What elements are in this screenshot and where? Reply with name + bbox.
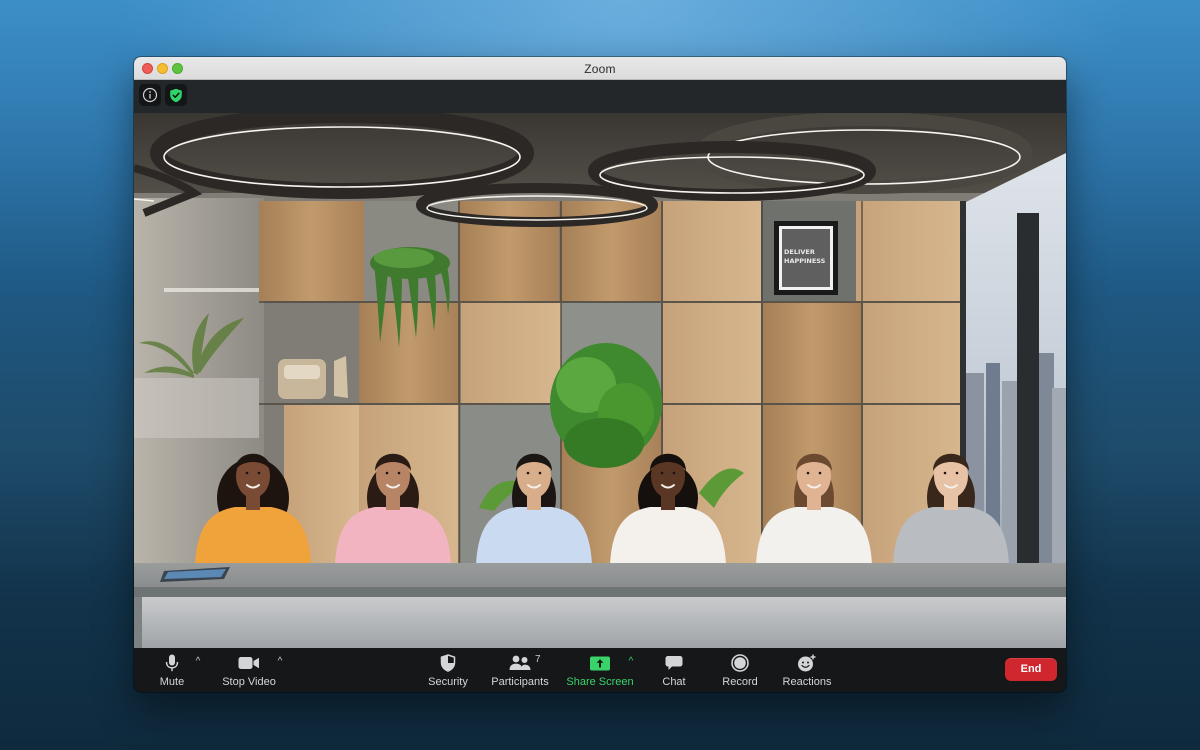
share-options-caret[interactable]: ^: [626, 657, 636, 667]
meeting-toolbar: Mute ^ Stop Video ^ Security 7 Participa…: [134, 648, 1066, 692]
shield-check-icon: [170, 88, 182, 102]
title-bar: Zoom: [134, 57, 1066, 80]
deliver-happiness-poster: DELIVER HAPPINESS: [774, 221, 838, 295]
chat-button[interactable]: Chat: [660, 653, 688, 689]
zoom-window: Zoom DELIVER HAPPINESS Mute ^ Stop Video…: [134, 57, 1066, 692]
poster-line-2: HAPPINESS: [784, 257, 826, 265]
poster-line-1: DELIVER: [784, 248, 815, 256]
participants-label: Participants: [491, 676, 549, 688]
participants-icon: [509, 655, 531, 670]
participants-button[interactable]: 7 Participants: [491, 653, 549, 689]
security-button[interactable]: Security: [426, 653, 470, 689]
immersive-view-stage: DELIVER HAPPINESS: [134, 113, 1066, 648]
record-button[interactable]: Record: [720, 653, 760, 689]
chat-bubble-icon: [665, 656, 683, 670]
chat-label: Chat: [662, 676, 686, 688]
virtual-desk: [134, 563, 1066, 648]
mute-label: Mute: [159, 676, 185, 688]
stop-video-label: Stop Video: [222, 676, 276, 688]
meeting-info-button[interactable]: [139, 84, 161, 106]
reactions-button[interactable]: Reactions: [783, 653, 831, 689]
video-options-caret[interactable]: ^: [275, 657, 285, 667]
glass-partition: [134, 378, 259, 438]
immersive-scene: DELIVER HAPPINESS: [134, 113, 1066, 648]
reactions-label: Reactions: [782, 676, 832, 688]
mute-button[interactable]: Mute: [157, 653, 187, 689]
emoji-add-icon: [798, 654, 816, 672]
record-icon: [731, 654, 749, 672]
microphone-icon: [165, 654, 179, 672]
meeting-top-bar: [134, 80, 1066, 113]
window-mullion: [1017, 213, 1039, 573]
video-camera-icon: [238, 657, 259, 669]
end-meeting-button[interactable]: End: [1005, 658, 1057, 681]
encryption-status-button[interactable]: [165, 84, 187, 106]
share-screen-label: Share Screen: [566, 676, 634, 688]
record-label: Record: [722, 676, 758, 688]
security-label: Security: [428, 676, 468, 688]
window-title: Zoom: [584, 62, 616, 76]
shield-icon: [440, 654, 456, 672]
stop-video-button[interactable]: Stop Video: [221, 653, 277, 689]
info-icon: [142, 87, 158, 103]
share-screen-button[interactable]: Share Screen: [566, 653, 634, 689]
audio-options-caret[interactable]: ^: [193, 657, 203, 667]
share-screen-icon: [590, 656, 610, 670]
participant-count: 7: [535, 654, 541, 665]
